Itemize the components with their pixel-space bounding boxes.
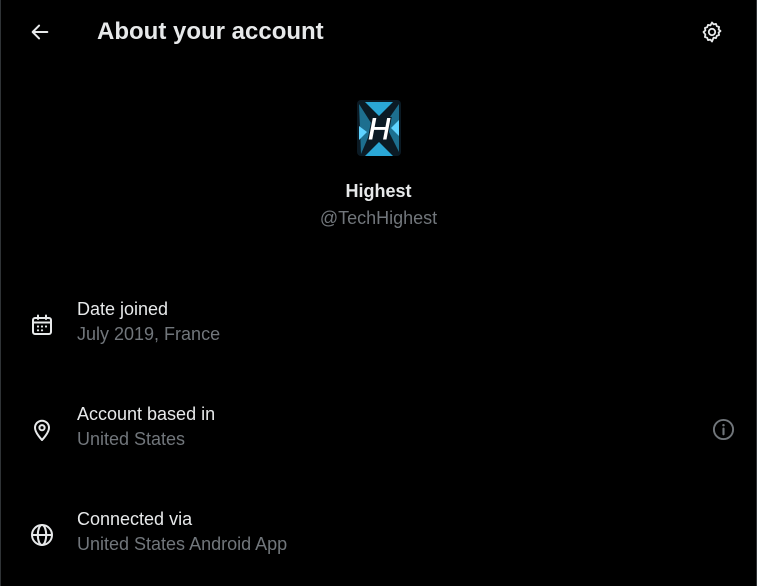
- globe-icon: [29, 522, 55, 548]
- date-joined-row: Date joined July 2019, France: [1, 296, 756, 356]
- connected-via-row: Connected via United States Android App: [1, 506, 756, 566]
- date-joined-value: July 2019, France: [77, 324, 221, 344]
- connected-via-value: United States Android App: [77, 534, 288, 554]
- display-name: Highest: [345, 181, 412, 201]
- gear-icon: [702, 21, 722, 43]
- avatar[interactable]: H: [355, 96, 403, 160]
- date-joined-label: Date joined: [77, 299, 169, 319]
- page-title: About your account: [97, 18, 324, 45]
- avatar-logo-icon: H: [356, 100, 401, 156]
- back-button[interactable]: [20, 12, 60, 52]
- location-pin-icon: [29, 417, 55, 443]
- info-icon: [712, 418, 734, 440]
- header: About your account: [1, 0, 756, 64]
- calendar-icon: [29, 312, 55, 338]
- account-based-in-value: United States: [77, 429, 186, 449]
- username-handle: @TechHighest: [319, 208, 438, 228]
- arrow-left-icon: [31, 24, 49, 40]
- account-based-in-row: Account based in United States: [1, 401, 756, 461]
- svg-text:H: H: [367, 111, 391, 147]
- connected-via-label: Connected via: [77, 509, 193, 529]
- info-button[interactable]: [710, 416, 736, 442]
- profile-summary: H Highest @TechHighest: [1, 96, 756, 229]
- settings-button[interactable]: [692, 12, 732, 52]
- account-based-in-label: Account based in: [77, 404, 216, 424]
- about-account-panel: About your account H Highest @TechHighes…: [0, 0, 757, 586]
